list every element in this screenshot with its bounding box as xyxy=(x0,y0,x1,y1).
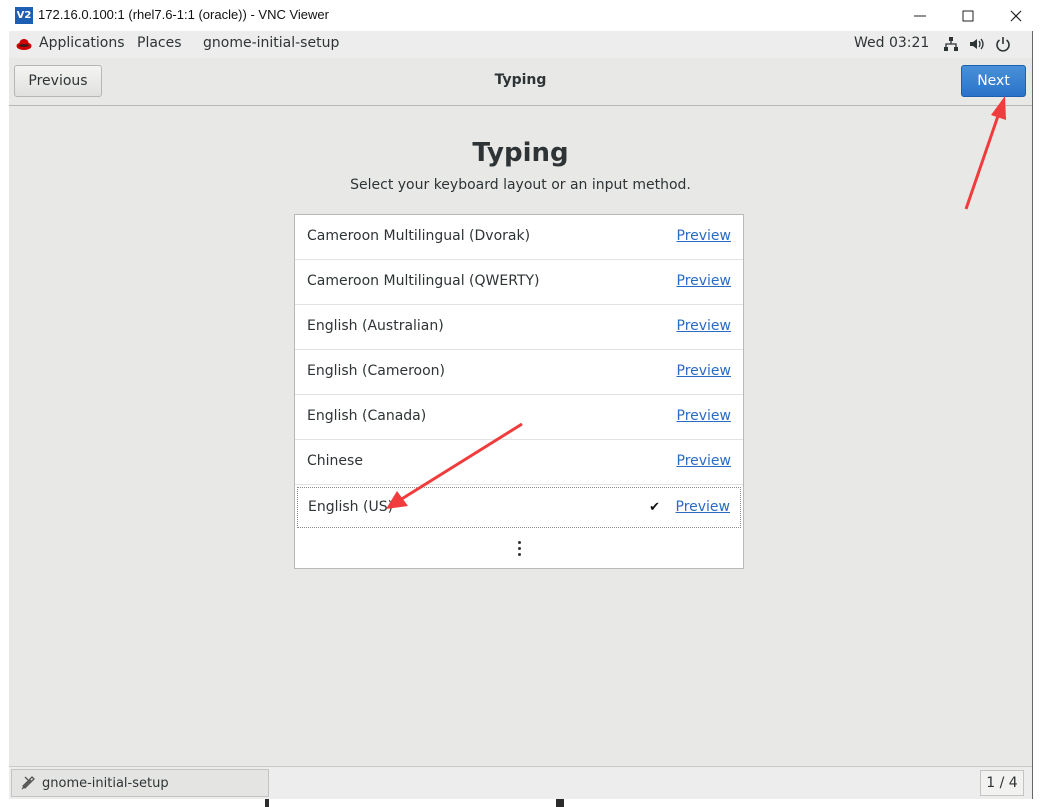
preview-link[interactable]: Preview xyxy=(677,273,732,289)
vnc-titlebar: V2 172.16.0.100:1 (rhel7.6-1:1 (oracle))… xyxy=(0,0,1040,31)
preview-link[interactable]: Preview xyxy=(676,499,731,515)
network-icon xyxy=(944,37,958,51)
clock[interactable]: Wed 03:21 xyxy=(854,35,929,51)
preview-link[interactable]: Preview xyxy=(677,408,732,424)
more-icon xyxy=(517,540,521,556)
redhat-icon xyxy=(16,39,32,50)
preview-link[interactable]: Preview xyxy=(677,453,732,469)
settings-tools-icon xyxy=(21,776,35,790)
layout-name: English (Australian) xyxy=(307,318,444,334)
gnome-top-bar: Applications Places gnome-initial-setup … xyxy=(9,31,1032,59)
volume-icon xyxy=(970,38,984,50)
list-item[interactable]: English (Australian) Preview xyxy=(295,305,743,350)
next-button[interactable]: Next xyxy=(961,65,1026,97)
list-item[interactable]: Chinese Preview xyxy=(295,440,743,485)
list-item[interactable]: English (Canada) Preview xyxy=(295,395,743,440)
close-icon[interactable] xyxy=(992,0,1040,31)
system-status-area[interactable] xyxy=(943,36,1011,52)
app-menu[interactable]: gnome-initial-setup xyxy=(203,35,339,51)
page-title: Typing xyxy=(472,138,569,168)
places-menu[interactable]: Places xyxy=(137,35,182,51)
vnc-logo-icon: V2 xyxy=(15,7,33,24)
window-controls xyxy=(896,0,1040,31)
list-item[interactable]: English (Cameroon) Preview xyxy=(295,350,743,395)
list-item[interactable]: Cameroon Multilingual (Dvorak) Preview xyxy=(295,215,743,260)
minimize-icon[interactable] xyxy=(896,0,944,31)
layout-name: Cameroon Multilingual (QWERTY) xyxy=(307,273,540,289)
bottom-panel: gnome-initial-setup 1 / 4 xyxy=(9,766,1032,800)
bottom-edge xyxy=(0,799,1040,807)
main-content: Typing Select your keyboard layout or an… xyxy=(9,106,1032,766)
layout-name: English (Cameroon) xyxy=(307,363,445,379)
more-layouts-button[interactable] xyxy=(295,528,743,568)
header-title: Typing xyxy=(494,72,547,88)
applications-menu[interactable]: Applications xyxy=(39,35,125,51)
taskbar-item[interactable]: gnome-initial-setup xyxy=(11,769,269,797)
preview-link[interactable]: Preview xyxy=(677,363,732,379)
workspace-indicator[interactable]: 1 / 4 xyxy=(980,770,1024,796)
list-item-selected[interactable]: English (US) ✔ Preview xyxy=(297,487,741,528)
background-window-edge xyxy=(1032,31,1040,807)
layout-name: Chinese xyxy=(307,453,363,469)
layout-list: Cameroon Multilingual (Dvorak) Preview C… xyxy=(294,214,744,569)
preview-link[interactable]: Preview xyxy=(677,318,732,334)
window-title: 172.16.0.100:1 (rhel7.6-1:1 (oracle)) - … xyxy=(38,7,329,22)
checkmark-icon: ✔ xyxy=(649,500,660,515)
list-item[interactable]: Cameroon Multilingual (QWERTY) Preview xyxy=(295,260,743,305)
page-subtitle: Select your keyboard layout or an input … xyxy=(350,177,691,193)
layout-name: English (Canada) xyxy=(307,408,427,424)
maximize-icon[interactable] xyxy=(944,0,992,31)
layout-name: Cameroon Multilingual (Dvorak) xyxy=(307,228,531,244)
layout-name: English (US) xyxy=(308,499,394,515)
setup-header: Previous Typing Next xyxy=(9,58,1032,106)
taskbar-item-label: gnome-initial-setup xyxy=(42,775,169,791)
power-icon xyxy=(996,37,1010,52)
preview-link[interactable]: Preview xyxy=(677,228,732,244)
